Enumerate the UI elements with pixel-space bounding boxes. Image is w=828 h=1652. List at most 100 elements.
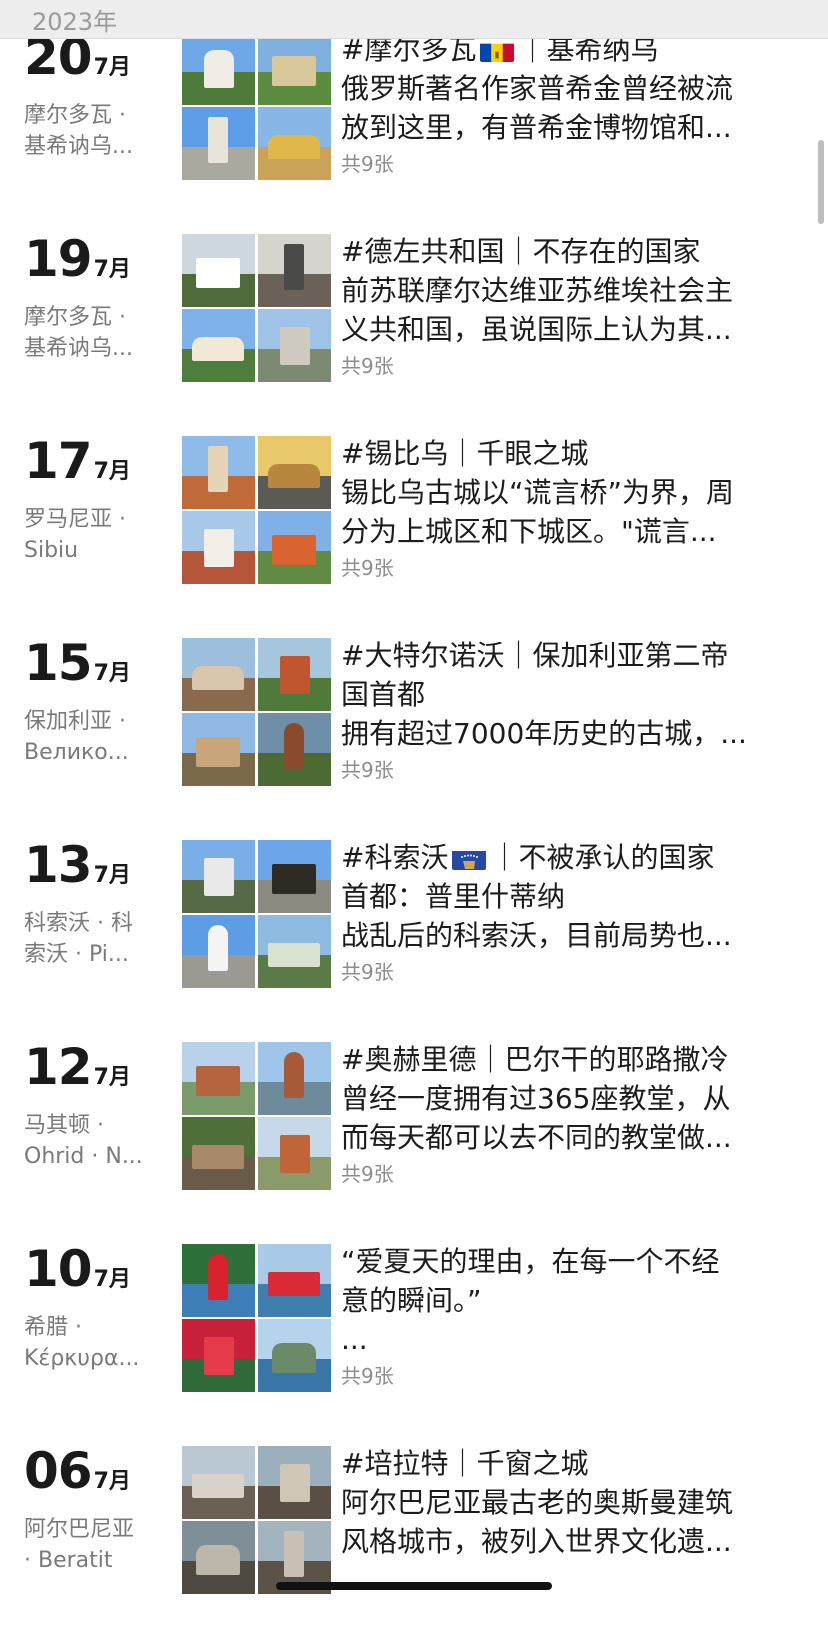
photo-subject <box>208 117 228 163</box>
entry-month: 7月 <box>93 661 131 686</box>
entry-day: 06 <box>24 1442 93 1500</box>
photo-subject <box>280 1135 310 1173</box>
entry-text[interactable]: #科索沃 ｜不被承认的国家 首都：普里什蒂纳 战乱后的科索沃，目前局势也... … <box>341 838 811 989</box>
photo-thumbnail[interactable] <box>258 1319 331 1392</box>
photo-count: 共9张 <box>341 758 394 782</box>
photo-thumbnail[interactable] <box>182 309 255 382</box>
photo-thumbnail[interactable] <box>258 1446 331 1519</box>
photo-grid[interactable] <box>182 638 332 786</box>
location-line: 摩尔多瓦 · <box>24 103 126 128</box>
timeline-entry[interactable]: 137月 科索沃 · 科 索沃 · Pi... #科索沃 ｜不被承认的国家 首都… <box>0 840 828 1046</box>
entry-date: 137月 <box>24 840 174 890</box>
photo-thumbnail[interactable] <box>182 32 255 105</box>
photo-thumbnail[interactable] <box>258 1042 331 1115</box>
timeline-entry[interactable]: 067月 阿尔巴尼亚 · Beratit #培拉特｜千窗之城 阿尔巴尼亚最古老的… <box>0 1446 828 1652</box>
photo-thumbnail[interactable] <box>258 713 331 786</box>
photo-grid[interactable] <box>182 436 332 584</box>
location-line: 基希讷乌... <box>24 336 133 361</box>
photo-thumbnail[interactable] <box>182 107 255 180</box>
photo-thumbnail[interactable] <box>258 1117 331 1190</box>
photo-thumbnail[interactable] <box>258 511 331 584</box>
photo-grid[interactable] <box>182 32 332 180</box>
photo-subject <box>196 1066 240 1096</box>
entry-day: 13 <box>24 836 93 894</box>
photo-grid[interactable] <box>182 1446 332 1594</box>
photo-thumbnail[interactable] <box>182 1521 255 1594</box>
photo-thumbnail[interactable] <box>182 713 255 786</box>
photo-subject <box>268 464 320 488</box>
home-indicator[interactable] <box>276 1582 552 1590</box>
entry-text[interactable]: #培拉特｜千窗之城 阿尔巴尼亚最古老的奥斯曼建筑 风格城市，被列入世界文化遗..… <box>341 1444 811 1561</box>
photo-count: 共9张 <box>341 960 394 984</box>
entry-text[interactable]: #摩尔多瓦 ｜基希纳乌 俄罗斯著名作家普希金曾经被流 放到这里，有普希金博物馆和… <box>341 30 811 181</box>
entry-date: 067月 <box>24 1446 174 1496</box>
photo-subject <box>204 50 234 88</box>
photo-thumbnail[interactable] <box>182 915 255 988</box>
photo-subject <box>284 1052 304 1098</box>
photo-thumbnail[interactable] <box>258 915 331 988</box>
entry-line: 首都：普里什蒂纳 <box>341 880 566 913</box>
entry-month: 7月 <box>93 55 131 80</box>
photo-thumbnail[interactable] <box>182 840 255 913</box>
photo-count: 共9张 <box>341 152 394 176</box>
photo-thumbnail[interactable] <box>182 638 255 711</box>
photo-thumbnail[interactable] <box>258 436 331 509</box>
photo-grid[interactable] <box>182 840 332 988</box>
entry-title-text: #锡比乌｜千眼之城 <box>341 437 589 470</box>
entry-title: “爱夏天的理由，在每一个不经 <box>341 1242 811 1281</box>
timeline-entry[interactable]: 127月 马其顿 · Ohrid · N... #奥赫里德｜巴尔干的耶路撒冷 曾… <box>0 1042 828 1248</box>
photo-thumbnail[interactable] <box>182 1117 255 1190</box>
entry-day: 19 <box>24 230 93 288</box>
entry-text[interactable]: #锡比乌｜千眼之城 锡比乌古城以“谎言桥”为界，周 分为上城区和下城区。"谎言.… <box>341 434 811 585</box>
location-line: 保加利亚 · <box>24 709 126 734</box>
timeline-entry[interactable]: 207月 摩尔多瓦 · 基希讷乌... #摩尔多瓦 ｜基希纳乌 俄罗斯著名作家普… <box>0 32 828 238</box>
photo-subject <box>196 258 240 288</box>
photo-thumbnail[interactable] <box>258 234 331 307</box>
timeline-entry[interactable]: 157月 保加利亚 · Велико... #大特尔诺沃｜保加利亚第二帝 国首都 <box>0 638 828 844</box>
scrollbar[interactable] <box>818 140 824 224</box>
timeline-entry[interactable]: 197月 摩尔多瓦 · 基希讷乌... #德左共和国｜不存在的国家 前苏联摩尔达… <box>0 234 828 440</box>
photo-grid[interactable] <box>182 1244 332 1392</box>
entry-title: #培拉特｜千窗之城 <box>341 1444 811 1483</box>
photo-thumbnail[interactable] <box>182 234 255 307</box>
photo-thumbnail[interactable] <box>258 32 331 105</box>
photo-count: 共9张 <box>341 1364 394 1388</box>
photo-grid[interactable] <box>182 234 332 382</box>
timeline-entry[interactable]: 177月 罗马尼亚 · Sibiu #锡比乌｜千眼之城 锡比乌古城以“谎言桥”为… <box>0 436 828 642</box>
timeline-entry[interactable]: 107月 希腊 · Κέρκυρα... “爱夏天的理由，在每一个不经 意的瞬间… <box>0 1244 828 1450</box>
entry-line: 分为上城区和下城区。"谎言... <box>341 515 717 548</box>
photo-thumbnail[interactable] <box>182 1319 255 1392</box>
photo-grid[interactable] <box>182 1042 332 1190</box>
photo-count: 共9张 <box>341 556 394 580</box>
photo-subject <box>280 656 310 694</box>
photo-subject <box>208 446 228 492</box>
photo-thumbnail[interactable] <box>258 1244 331 1317</box>
entry-line: 俄罗斯著名作家普希金曾经被流 <box>341 72 734 105</box>
entry-text[interactable]: “爱夏天的理由，在每一个不经 意的瞬间。” ... 共9张 <box>341 1242 811 1393</box>
entry-title-text: #德左共和国｜不存在的国家 <box>341 235 701 268</box>
photo-subject <box>192 1474 244 1498</box>
photo-thumbnail[interactable] <box>182 1446 255 1519</box>
photo-thumbnail[interactable] <box>182 1244 255 1317</box>
photo-thumbnail[interactable] <box>182 1042 255 1115</box>
entry-text[interactable]: #奥赫里德｜巴尔干的耶路撒冷 曾经一度拥有过365座教堂，从 而每天都可以去不同… <box>341 1040 811 1191</box>
entry-text[interactable]: #德左共和国｜不存在的国家 前苏联摩尔达维亚苏维埃社会主 义共和国，虽说国际上认… <box>341 232 811 383</box>
photo-thumbnail[interactable] <box>182 511 255 584</box>
photo-subject <box>192 666 244 690</box>
photo-thumbnail[interactable] <box>258 638 331 711</box>
location-line: 科索沃 · 科 <box>24 911 133 936</box>
photo-thumbnail[interactable] <box>258 840 331 913</box>
entry-day: 17 <box>24 432 93 490</box>
photo-subject <box>196 1545 240 1575</box>
entry-text[interactable]: #大特尔诺沃｜保加利亚第二帝 国首都 拥有超过7000年历史的古城，... 共9… <box>341 636 811 787</box>
photo-thumbnail[interactable] <box>182 436 255 509</box>
photo-subject <box>272 1343 316 1373</box>
entry-month: 7月 <box>93 1469 131 1494</box>
location-line: 基希讷乌... <box>24 134 133 159</box>
location-line: 马其顿 · <box>24 1113 104 1138</box>
photo-thumbnail[interactable] <box>258 309 331 382</box>
photo-subject <box>272 56 316 86</box>
entry-title: #大特尔诺沃｜保加利亚第二帝 <box>341 636 811 675</box>
entry-location: 希腊 · Κέρκυρα... <box>24 1312 164 1374</box>
photo-thumbnail[interactable] <box>258 107 331 180</box>
